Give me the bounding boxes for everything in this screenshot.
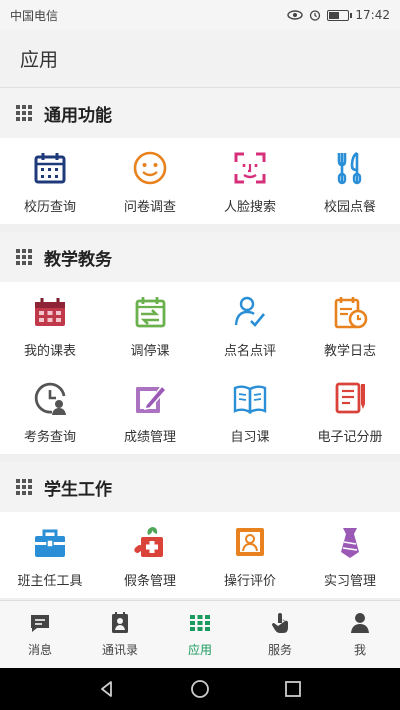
timetable-icon [35, 297, 65, 326]
app-item[interactable]: 成绩管理 [100, 368, 200, 454]
grid-icon [16, 479, 32, 495]
app-item-label: 电子记分册 [317, 429, 383, 445]
app-item[interactable]: 校园点餐 [300, 138, 400, 224]
section-title: 教学教务 [44, 249, 112, 270]
section-header: 教学教务 [0, 232, 400, 282]
section-header: 学生工作 [0, 462, 400, 512]
tab-label: 我 [353, 643, 366, 657]
app-item[interactable]: 实习管理 [300, 512, 400, 598]
app-item-label: 校历查询 [23, 199, 76, 215]
app-item-label: 实习管理 [323, 573, 376, 589]
app-item[interactable]: 问卷调查 [100, 138, 200, 224]
calendar-swap-icon [135, 296, 166, 327]
medical-icon [134, 526, 163, 557]
app-item[interactable]: 自习课 [200, 368, 300, 454]
grid-icon [16, 249, 32, 265]
smiley-icon [133, 151, 167, 184]
tab-label: 服务 [267, 643, 292, 657]
app-item-label: 自习课 [230, 429, 270, 445]
tie-icon [341, 527, 359, 558]
eye-icon [287, 10, 304, 20]
calendar-icon [34, 152, 66, 183]
user-icon [351, 613, 369, 633]
app-item[interactable]: 假条管理 [100, 512, 200, 598]
app-item-label: 校园点餐 [323, 199, 376, 215]
apps-grid-icon [190, 615, 210, 631]
back-icon[interactable] [96, 678, 118, 700]
carrier-name: 中国电信 [10, 8, 59, 23]
app-item-label: 调停课 [130, 343, 170, 359]
app-item-label: 问卷调查 [123, 199, 176, 215]
log-clock-icon [334, 296, 368, 328]
app-item-label: 教学日志 [323, 343, 376, 359]
app-item[interactable]: 我的课表 [0, 282, 100, 368]
section-title: 学生工作 [44, 479, 112, 500]
section-header: 通用功能 [0, 88, 400, 138]
book-icon [233, 385, 267, 414]
tab-label: 通讯录 [101, 643, 138, 657]
bottom-tab-bar: 消息 通讯录 应用 服务 我 [0, 600, 400, 668]
app-bar: 应用 [0, 30, 400, 88]
message-icon [31, 615, 49, 632]
alarm-icon [310, 10, 321, 21]
app-item-label: 班主任工具 [17, 573, 83, 589]
contacts-icon [112, 612, 128, 633]
app-item[interactable]: 人脸搜索 [200, 138, 300, 224]
scorebook-icon [335, 382, 365, 413]
home-icon[interactable] [189, 678, 211, 700]
app-item[interactable]: 电子记分册 [300, 368, 400, 454]
battery-icon [327, 9, 353, 21]
app-item[interactable]: 调停课 [100, 282, 200, 368]
clock-person-icon [34, 382, 66, 415]
system-nav-bar [0, 668, 400, 710]
tab-item[interactable]: 我 [320, 601, 400, 668]
app-item-label: 成绩管理 [123, 429, 176, 445]
tab-label: 消息 [27, 643, 52, 657]
app-item-label: 假条管理 [123, 573, 176, 589]
edit-icon [136, 384, 168, 413]
app-item-label: 操行评价 [223, 573, 276, 589]
app-grid: 我的课表 调停课 点名点评 教学日志考务查询 成绩管理 自习课 电子记分册 [0, 282, 400, 454]
apps-content[interactable]: 通用功能校历查询 问卷调查 人脸搜索 校园点餐 教学教务我的课表 调停课 点名点评 教学日志… [0, 88, 400, 600]
face-scan-icon [234, 152, 266, 183]
section-title: 通用功能 [44, 105, 112, 126]
app-item[interactable]: 教学日志 [300, 282, 400, 368]
touch-icon [272, 613, 288, 633]
app-item[interactable]: 考务查询 [0, 368, 100, 454]
app-grid: 校历查询 问卷调查 人脸搜索 校园点餐 [0, 138, 400, 224]
app-item-label: 我的课表 [23, 343, 76, 359]
app-item-label: 点名点评 [223, 343, 276, 359]
app-item[interactable]: 校历查询 [0, 138, 100, 224]
app-grid: 班主任工具 假条管理 操行评价 实习管理 [0, 512, 400, 598]
tab-item[interactable]: 服务 [240, 601, 320, 668]
toolbox-icon [35, 529, 65, 557]
tab-item[interactable]: 消息 [0, 601, 80, 668]
tab-label: 应用 [187, 643, 212, 657]
tab-item[interactable]: 应用 [160, 601, 240, 668]
app-item[interactable]: 点名点评 [200, 282, 300, 368]
app-item-label: 考务查询 [23, 429, 76, 445]
app-item[interactable]: 操行评价 [200, 512, 300, 598]
page-title: 应用 [20, 49, 59, 71]
app-item-label: 人脸搜索 [223, 199, 276, 215]
clock-time: 17:42 [355, 8, 390, 22]
fork-knife-icon [337, 151, 362, 184]
person-check-icon [234, 296, 266, 327]
status-bar: 中国电信 17:42 [0, 0, 400, 30]
grid-icon [16, 105, 32, 121]
app-item[interactable]: 班主任工具 [0, 512, 100, 598]
tab-item[interactable]: 通讯录 [80, 601, 160, 668]
portrait-icon [236, 527, 264, 556]
recents-icon[interactable] [282, 678, 304, 700]
